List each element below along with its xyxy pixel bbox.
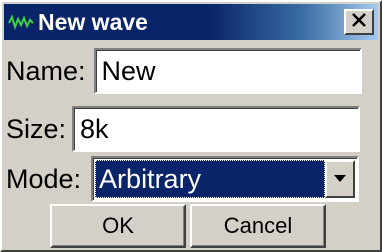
size-label: Size:: [6, 113, 67, 144]
size-input[interactable]: 8k: [72, 106, 361, 152]
title-bar[interactable]: New wave: [4, 4, 378, 40]
mode-row: Mode: Arbitrary: [6, 156, 360, 202]
mode-label: Mode:: [6, 163, 82, 194]
ok-button[interactable]: OK: [50, 204, 186, 248]
mode-select[interactable]: Arbitrary: [91, 156, 360, 202]
chevron-down-icon: [333, 170, 347, 188]
close-button[interactable]: [344, 9, 374, 35]
mode-select-value: Arbitrary: [95, 160, 326, 198]
name-input[interactable]: New: [93, 48, 362, 94]
size-row: Size: 8k: [6, 106, 361, 152]
new-wave-dialog: New wave Name: New Size: 8k Mode: Arbitr…: [0, 0, 382, 252]
name-row: Name: New: [6, 48, 362, 94]
waveform-icon: [8, 12, 34, 32]
dialog-title: New wave: [38, 8, 148, 35]
close-icon: [351, 12, 367, 32]
cancel-button[interactable]: Cancel: [190, 204, 326, 248]
name-label: Name:: [6, 55, 86, 86]
mode-dropdown-button[interactable]: [325, 160, 356, 198]
